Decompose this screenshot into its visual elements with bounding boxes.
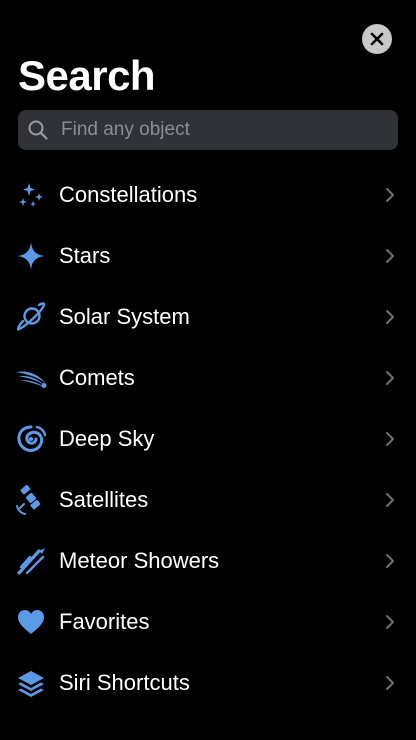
chevron-right-icon — [386, 492, 394, 507]
chevron-right-icon — [386, 309, 394, 324]
list-item-constellations[interactable]: Constellations — [0, 164, 416, 225]
meteor-icon — [14, 544, 48, 578]
chevron-right-icon — [386, 370, 394, 385]
list-item-label: Meteor Showers — [59, 547, 220, 573]
chevron-right-icon — [386, 248, 394, 263]
search-icon — [28, 120, 48, 140]
category-list: Constellations Stars Solar System Comets… — [0, 164, 416, 713]
satellite-icon — [14, 483, 48, 517]
galaxy-icon — [14, 422, 48, 456]
planet-icon — [14, 300, 48, 334]
list-item-label: Stars — [59, 242, 111, 268]
list-item-label: Siri Shortcuts — [59, 669, 190, 695]
heart-icon — [14, 605, 48, 639]
list-item-satellites[interactable]: Satellites — [0, 469, 416, 530]
layers-icon — [14, 666, 48, 700]
list-item-meteor-showers[interactable]: Meteor Showers — [0, 530, 416, 591]
list-item-label: Favorites — [59, 608, 150, 634]
list-item-label: Deep Sky — [59, 425, 155, 451]
chevron-right-icon — [386, 431, 394, 446]
search-input[interactable] — [61, 119, 361, 141]
chevron-right-icon — [386, 675, 394, 690]
close-button[interactable] — [362, 24, 392, 54]
list-item-deep-sky[interactable]: Deep Sky — [0, 408, 416, 469]
list-item-label: Comets — [59, 364, 135, 390]
chevron-right-icon — [386, 553, 394, 568]
list-item-favorites[interactable]: Favorites — [0, 591, 416, 652]
list-item-comets[interactable]: Comets — [0, 347, 416, 408]
list-item-stars[interactable]: Stars — [0, 225, 416, 286]
chevron-right-icon — [386, 187, 394, 202]
star-icon — [14, 239, 48, 273]
list-item-label: Satellites — [59, 486, 149, 512]
constellation-icon — [14, 178, 48, 212]
list-item-label: Solar System — [59, 303, 190, 329]
chevron-right-icon — [386, 614, 394, 629]
page-title: Search — [18, 52, 156, 99]
list-item-siri-shortcuts[interactable]: Siri Shortcuts — [0, 652, 416, 713]
search-bar[interactable] — [18, 110, 398, 150]
list-item-solar-system[interactable]: Solar System — [0, 286, 416, 347]
comet-icon — [14, 361, 48, 395]
close-icon — [370, 32, 384, 46]
list-item-label: Constellations — [59, 181, 198, 207]
